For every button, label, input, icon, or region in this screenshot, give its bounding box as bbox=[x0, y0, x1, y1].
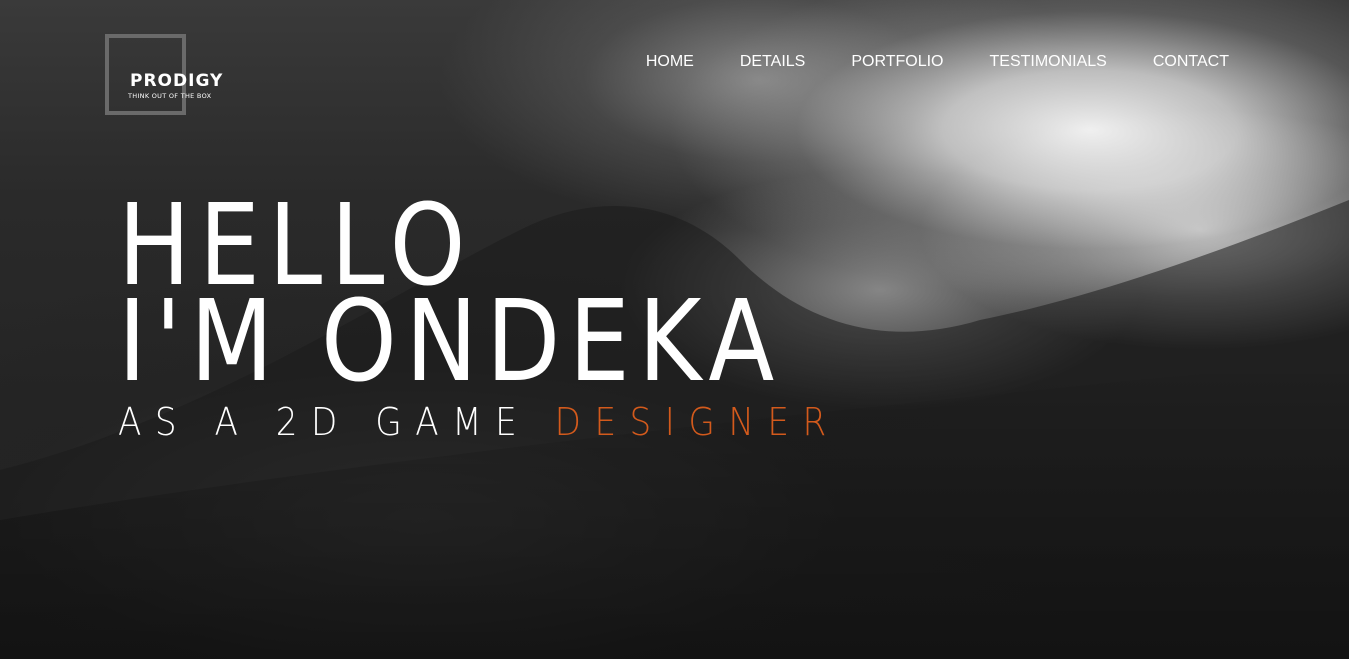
logo-name: PRODIGY bbox=[130, 71, 224, 91]
nav-details[interactable]: DETAILS bbox=[740, 53, 806, 71]
nav-testimonials[interactable]: TESTIMONIALS bbox=[990, 53, 1107, 71]
headline-line-2: I'M ONDEKA bbox=[118, 277, 783, 407]
nav-home[interactable]: HOME bbox=[646, 53, 694, 71]
hero-headline: HELLO I'M ONDEKA AS A 2D GAME DESIGNER bbox=[118, 190, 920, 444]
nav-contact[interactable]: CONTACT bbox=[1153, 53, 1229, 71]
subtitle-prefix: AS A 2D GAME bbox=[118, 400, 531, 444]
main-nav: HOME DETAILS PORTFOLIO TESTIMONIALS CONT… bbox=[600, 53, 1229, 71]
headline-subtitle: AS A 2D GAME DESIGNER bbox=[118, 400, 840, 444]
brand-logo[interactable]: PRODIGY THINK OUT OF THE BOX bbox=[105, 34, 225, 115]
nav-portfolio[interactable]: PORTFOLIO bbox=[851, 53, 943, 71]
logo-tagline: THINK OUT OF THE BOX bbox=[128, 92, 212, 100]
subtitle-accent: DESIGNER bbox=[554, 400, 840, 444]
hero-section: PRODIGY THINK OUT OF THE BOX HOME DETAIL… bbox=[0, 0, 1349, 659]
